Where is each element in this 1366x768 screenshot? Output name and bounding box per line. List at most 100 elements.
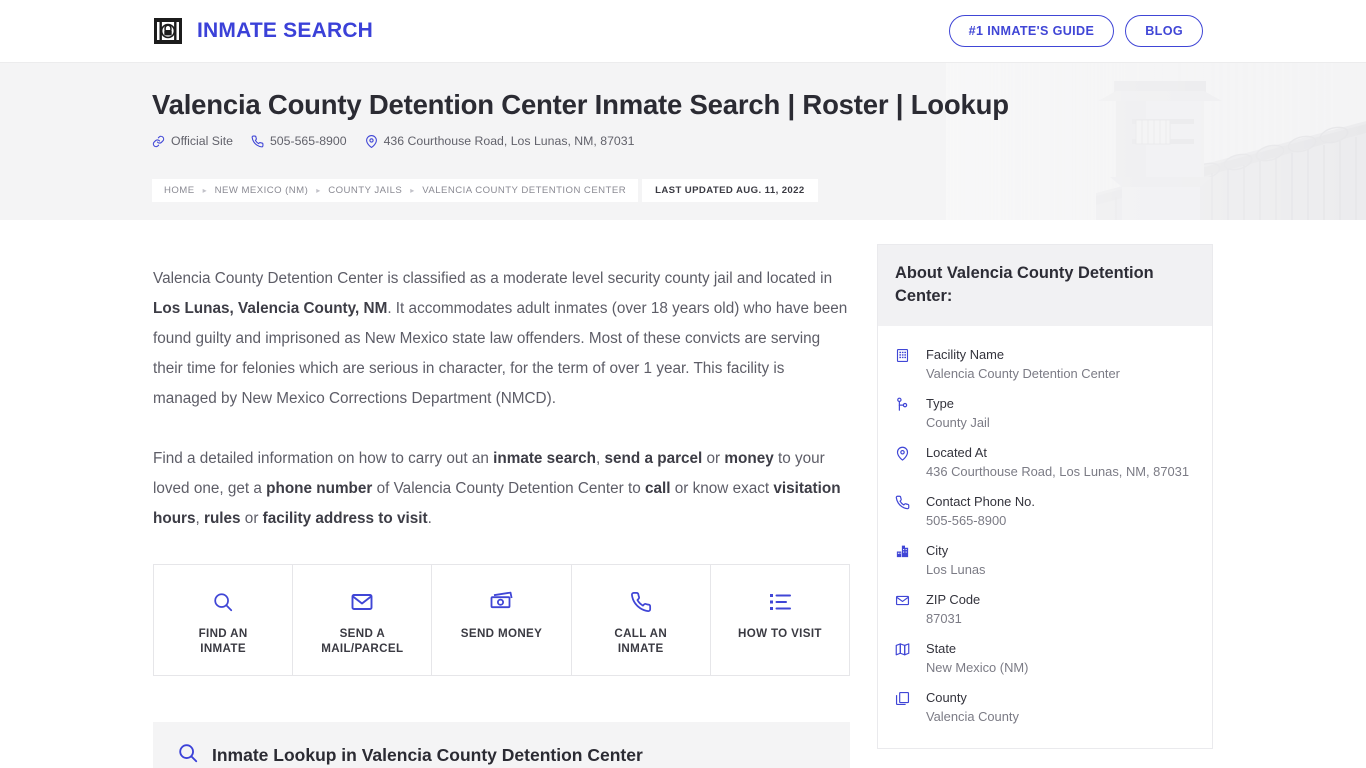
- banknote-icon: [438, 587, 564, 617]
- official-site-label: Official Site: [171, 134, 233, 148]
- hero-address: 436 Courthouse Road, Los Lunas, NM, 8703…: [365, 134, 635, 148]
- info-label: Facility Name: [926, 346, 1005, 362]
- info-row-zip: ZIP Code 87031: [895, 585, 1195, 634]
- send-money-action[interactable]: SEND MONEY: [432, 565, 572, 675]
- svc-b1: inmate search: [493, 450, 597, 467]
- official-site-link[interactable]: Official Site: [152, 134, 233, 148]
- svc-b5: call: [645, 480, 671, 497]
- info-value: County Jail: [926, 414, 990, 430]
- info-row-facility-name: Facility Name Valencia County Detention …: [895, 340, 1195, 389]
- intro-text-a: Valencia County Detention Center is clas…: [153, 270, 833, 287]
- send-mail-parcel-action[interactable]: SEND A MAIL/PARCEL: [293, 565, 433, 675]
- info-row-state: State New Mexico (NM): [895, 634, 1195, 683]
- sidebar-column: About Valencia County Detention Center:: [877, 220, 1213, 749]
- about-facility-card: About Valencia County Detention Center:: [877, 244, 1213, 749]
- hero-phone[interactable]: 505-565-8900: [251, 134, 347, 148]
- top-navigation-bar: INMATE SEARCH #1 INMATE'S GUIDE BLOG: [0, 0, 1366, 62]
- nav-buttons: #1 INMATE'S GUIDE BLOG: [948, 14, 1203, 48]
- breadcrumb: HOME ▸ NEW MEXICO (NM) ▸ COUNTY JAILS ▸ …: [152, 179, 818, 202]
- hero-address-label: 436 Courthouse Road, Los Lunas, NM, 8703…: [383, 134, 635, 148]
- info-text: ZIP Code 87031: [926, 590, 1195, 629]
- brand-logo[interactable]: INMATE SEARCH: [152, 15, 373, 47]
- inmates-guide-button[interactable]: #1 INMATE'S GUIDE: [948, 14, 1115, 48]
- jail-padlock-icon: [152, 15, 184, 47]
- breadcrumb-separator: ▸: [410, 186, 415, 195]
- envelope-icon: [299, 587, 425, 617]
- breadcrumb-trail: HOME ▸ NEW MEXICO (NM) ▸ COUNTY JAILS ▸ …: [152, 179, 639, 202]
- search-icon: [177, 742, 199, 768]
- info-row-city: City Los Lunas: [895, 536, 1195, 585]
- info-label: Type: [926, 395, 954, 411]
- find-an-inmate-action[interactable]: FIND AN INMATE: [154, 565, 294, 675]
- phone-icon: [251, 135, 264, 148]
- city-icon: [895, 541, 915, 580]
- svc-b7: rules: [204, 510, 241, 527]
- find-an-inmate-label: FIND AN INMATE: [198, 627, 248, 655]
- info-label: County: [926, 689, 967, 705]
- info-label: ZIP Code: [926, 591, 981, 607]
- intro-location-bold: Los Lunas, Valencia County, NM: [153, 300, 388, 317]
- action-strip: FIND AN INMATE SEND A MAIL/PARCEL SEND M…: [153, 564, 850, 676]
- hierarchy-icon: [895, 394, 915, 433]
- info-text: Contact Phone No. 505-565-8900: [926, 492, 1195, 531]
- breadcrumb-item-current: VALENCIA COUNTY DETENTION CENTER: [422, 185, 627, 196]
- info-row-phone: Contact Phone No. 505-565-8900: [895, 487, 1195, 536]
- send-money-label: SEND MONEY: [460, 627, 543, 640]
- hero-content: Valencia County Detention Center Inmate …: [0, 63, 1366, 148]
- info-text: County Valencia County: [926, 688, 1195, 727]
- info-row-type: Type County Jail: [895, 389, 1195, 438]
- svc-c: or: [702, 450, 725, 467]
- breadcrumb-item-county-jails[interactable]: COUNTY JAILS: [328, 185, 402, 196]
- phone-icon: [578, 587, 704, 617]
- about-facility-header: About Valencia County Detention Center:: [878, 245, 1212, 326]
- info-text: Type County Jail: [926, 394, 1195, 433]
- svc-a: Find a detailed information on how to ca…: [153, 450, 494, 467]
- info-text: City Los Lunas: [926, 541, 1195, 580]
- hero-section: Valencia County Detention Center Inmate …: [0, 62, 1366, 220]
- map-icon: [895, 639, 915, 678]
- services-paragraph: Find a detailed information on how to ca…: [153, 444, 850, 534]
- breadcrumb-item-state[interactable]: NEW MEXICO (NM): [215, 185, 309, 196]
- call-an-inmate-action[interactable]: CALL AN INMATE: [572, 565, 711, 675]
- info-text: State New Mexico (NM): [926, 639, 1195, 678]
- how-to-visit-action[interactable]: HOW TO VISIT: [711, 565, 849, 675]
- svc-b2: send a parcel: [604, 450, 703, 467]
- info-label: Located At: [926, 444, 987, 460]
- map-pin-icon: [365, 134, 378, 148]
- breadcrumb-item-home[interactable]: HOME: [164, 185, 195, 196]
- info-text: Located At 436 Courthouse Road, Los Luna…: [926, 443, 1195, 482]
- info-value: 436 Courthouse Road, Los Lunas, NM, 8703…: [926, 463, 1189, 479]
- blog-button[interactable]: BLOG: [1125, 14, 1203, 48]
- svc-sep1: ,: [596, 450, 605, 467]
- last-updated-badge: LAST UPDATED AUG. 11, 2022: [642, 179, 818, 202]
- svc-e: of Valencia County Detention Center to: [372, 480, 646, 497]
- call-an-inmate-label: CALL AN INMATE: [614, 627, 668, 655]
- svc-i: .: [427, 510, 432, 527]
- main-content-column: Valencia County Detention Center is clas…: [153, 220, 850, 768]
- breadcrumb-separator: ▸: [316, 186, 321, 195]
- info-value: Valencia County: [926, 708, 1019, 724]
- info-label: Contact Phone No.: [926, 493, 1035, 509]
- copy-icon: [895, 688, 915, 727]
- hero-meta-row: Official Site 505-565-8900 436 Courthous…: [152, 134, 1366, 148]
- list-icon: [717, 587, 843, 617]
- envelope-icon: [895, 590, 915, 629]
- info-value: 87031: [926, 610, 962, 626]
- svc-h: or: [240, 510, 263, 527]
- hero-phone-label: 505-565-8900: [269, 134, 347, 148]
- info-text: Facility Name Valencia County Detention …: [926, 345, 1195, 384]
- info-label: City: [926, 542, 949, 558]
- info-row-located-at: Located At 436 Courthouse Road, Los Luna…: [895, 438, 1195, 487]
- building-icon: [895, 345, 915, 384]
- svc-b3: money: [724, 450, 774, 467]
- about-facility-list: Facility Name Valencia County Detention …: [878, 326, 1212, 748]
- intro-paragraph: Valencia County Detention Center is clas…: [153, 264, 850, 414]
- svc-b8: facility address to visit: [262, 510, 428, 527]
- search-icon: [160, 587, 286, 617]
- how-to-visit-label: HOW TO VISIT: [737, 627, 822, 640]
- link-icon: [152, 135, 165, 148]
- info-value: New Mexico (NM): [926, 659, 1029, 675]
- inmate-lookup-panel: Inmate Lookup in Valencia County Detenti…: [153, 722, 850, 768]
- brand-name: INMATE SEARCH: [197, 19, 374, 42]
- svc-g: ,: [195, 510, 204, 527]
